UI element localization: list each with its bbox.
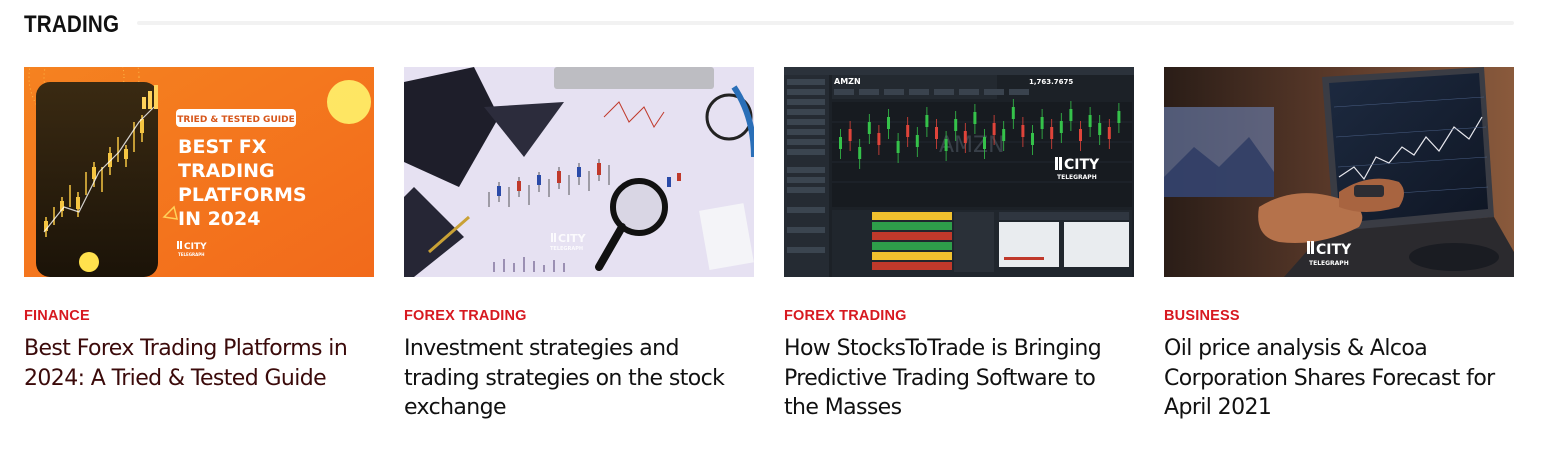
svg-text:TELEGRAPH: TELEGRAPH: [1309, 260, 1349, 267]
category-link[interactable]: FOREX TRADING: [784, 308, 907, 324]
category-link[interactable]: BUSINESS: [1164, 308, 1240, 324]
svg-text:AMZN: AMZN: [939, 133, 1005, 158]
article-thumbnail[interactable]: CITY TELEGRAPH: [404, 67, 754, 277]
article-thumbnail[interactable]: TRIED & TESTED GUIDE BEST FX TRADING PLA…: [24, 67, 374, 277]
article-title-link[interactable]: How StocksToTrade is Bringing Predictive…: [784, 334, 1134, 423]
thumbnail-image: TRIED & TESTED GUIDE BEST FX TRADING PLA…: [24, 67, 374, 277]
svg-text:BEST FX: BEST FX: [178, 136, 267, 158]
article-thumbnail[interactable]: AMZN 1,763.7675 AMZN CITY TELEGRAPH: [784, 67, 1134, 277]
svg-text:TELEGRAPH: TELEGRAPH: [550, 246, 583, 252]
article-card: AMZN 1,763.7675 AMZN CITY TELEGRAPH FORE…: [784, 67, 1134, 423]
article-thumbnail[interactable]: CITY TELEGRAPH: [1164, 67, 1514, 277]
article-card: CITY TELEGRAPH BUSINESS Oil price analys…: [1164, 67, 1514, 423]
section-divider: [137, 21, 1514, 25]
svg-text:CITY: CITY: [1064, 157, 1100, 173]
thumbnail-image: CITY TELEGRAPH: [1164, 67, 1514, 277]
article-grid: TRIED & TESTED GUIDE BEST FX TRADING PLA…: [24, 67, 1514, 437]
thumbnail-badge: TRIED & TESTED GUIDE: [177, 115, 294, 125]
thumbnail-image: AMZN 1,763.7675 AMZN CITY TELEGRAPH: [784, 67, 1134, 277]
article-title-link[interactable]: Oil price analysis & Alcoa Corporation S…: [1164, 334, 1514, 423]
section-header: TRADING: [24, 8, 1514, 42]
svg-text:IN 2024: IN 2024: [178, 208, 260, 230]
svg-text:CITY: CITY: [184, 242, 207, 252]
category-link[interactable]: FINANCE: [24, 308, 90, 324]
svg-text:CITY: CITY: [558, 232, 587, 245]
category-link[interactable]: FOREX TRADING: [404, 308, 527, 324]
svg-text:AMZN: AMZN: [834, 77, 861, 86]
svg-text:TRADING: TRADING: [178, 160, 275, 182]
svg-text:PLATFORMS: PLATFORMS: [178, 184, 307, 206]
svg-text:1,763.7675: 1,763.7675: [1029, 78, 1073, 86]
svg-text:TELEGRAPH: TELEGRAPH: [178, 252, 204, 257]
section-title: TRADING: [24, 11, 120, 38]
svg-text:TELEGRAPH: TELEGRAPH: [1057, 174, 1097, 181]
article-card: CITY TELEGRAPH FOREX TRADING Investment …: [404, 67, 754, 423]
thumbnail-image: CITY TELEGRAPH: [404, 67, 754, 277]
svg-text:CITY: CITY: [1316, 242, 1352, 258]
article-card: TRIED & TESTED GUIDE BEST FX TRADING PLA…: [24, 67, 374, 393]
article-title-link[interactable]: Investment strategies and trading strate…: [404, 334, 754, 423]
article-title-link[interactable]: Best Forex Trading Platforms in 2024: A …: [24, 334, 374, 393]
